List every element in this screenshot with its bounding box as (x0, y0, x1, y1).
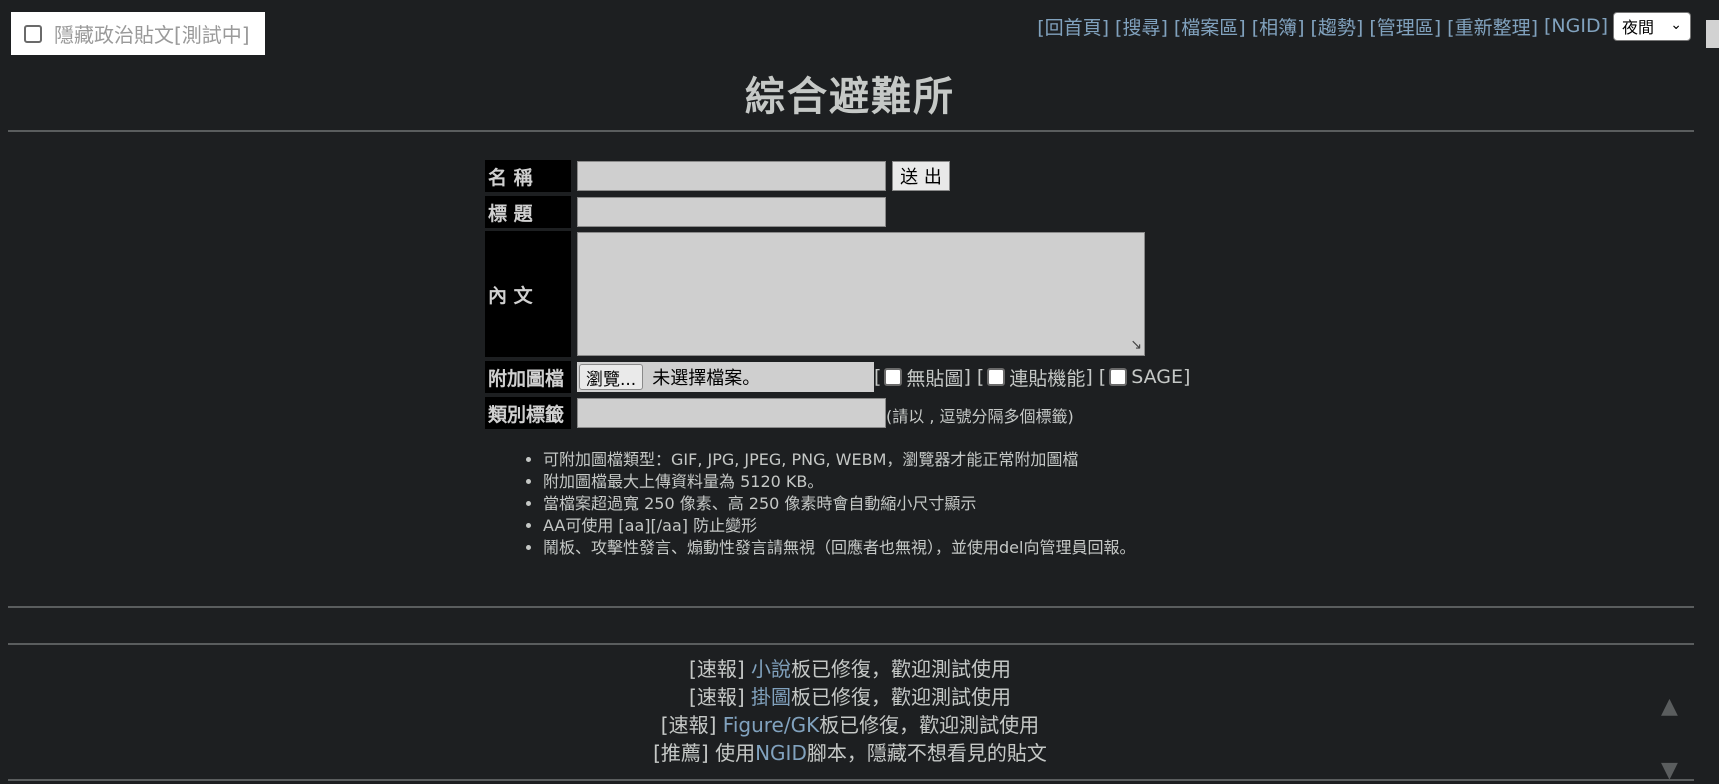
tags-input[interactable] (577, 398, 886, 428)
figure-gk-board-link[interactable]: Figure/GK (723, 713, 819, 737)
submit-button[interactable]: 送 出 (892, 161, 950, 191)
nav-home-link[interactable]: [回首頁] (1037, 13, 1109, 40)
resize-handle-icon[interactable]: ↘ (1130, 337, 1142, 353)
divider (8, 130, 1694, 132)
nav-search-link[interactable]: [搜尋] (1115, 13, 1168, 40)
continuous-post-checkbox[interactable] (987, 368, 1006, 386)
continuous-post-label: 連貼機能 (1009, 367, 1086, 390)
announcement-item: [速報] Figure/GK板已修復，歡迎測試使用 (660, 713, 1040, 737)
nav-archive-link[interactable]: [檔案區] (1174, 13, 1246, 40)
subject-label: 標 題 (485, 196, 571, 228)
announcement-item: [推薦] 使用NGID腳本，隱藏不想看見的貼文 (653, 741, 1047, 765)
ngid-script-link[interactable]: NGID (755, 741, 807, 765)
hide-political-label: 隱藏政治貼文[測試中] (54, 23, 250, 47)
page-scrollbar[interactable] (1702, 0, 1719, 784)
rule-item: AA可使用 [aa][/aa] 防止變形 (543, 515, 1135, 537)
hide-political-checkbox[interactable] (24, 24, 42, 43)
rule-item: 鬧板、攻擊性發言、煽動性發言請無視（回應者也無視），並使用del向管理員回報。 (543, 537, 1135, 559)
posting-rules: 可附加圖檔類型：GIF, JPG, JPEG, PNG, WEBM，瀏覽器才能正… (523, 449, 1135, 559)
announcements: [速報] 小說板已修復，歡迎測試使用 [速報] 掛圖板已修復，歡迎測試使用 [速… (0, 655, 1700, 767)
content-textarea[interactable]: ↘ (577, 232, 1145, 356)
announcement-item: [速報] 小說板已修復，歡迎測試使用 (689, 657, 1011, 681)
no-image-label: 無貼圖 (906, 367, 964, 390)
novel-board-link[interactable]: 小說 (751, 657, 791, 681)
nav-ngid-link[interactable]: [NGID] (1544, 15, 1608, 37)
announcement-item: [速報] 掛圖板已修復，歡迎測試使用 (689, 685, 1011, 709)
scroll-down-arrow-icon[interactable]: ▼ (1661, 758, 1678, 784)
attach-label: 附加圖檔 (485, 361, 571, 393)
browse-button[interactable]: 瀏覽... (579, 364, 644, 390)
nav-album-link[interactable]: [相簿] (1252, 13, 1305, 40)
rule-item: 附加圖檔最大上傳資料量為 5120 KB。 (543, 471, 1135, 493)
divider (8, 643, 1694, 645)
sage-checkbox[interactable] (1109, 368, 1128, 386)
page-title: 綜合避難所 (745, 74, 955, 120)
rule-item: 可附加圖檔類型：GIF, JPG, JPEG, PNG, WEBM，瀏覽器才能正… (543, 449, 1135, 471)
theme-select[interactable]: 夜間 ⌄ (1613, 11, 1691, 41)
top-nav: [回首頁] [搜尋] [檔案區] [相簿] [趨勢] [管理區] [重新整理] … (1037, 10, 1691, 42)
no-image-checkbox[interactable] (884, 368, 903, 386)
rule-item: 當檔案超過寬 250 像素、高 250 像素時會自動縮小尺寸顯示 (543, 493, 1135, 515)
hide-political-toggle[interactable]: 隱藏政治貼文[測試中] (11, 12, 265, 55)
theme-select-value: 夜間 (1622, 18, 1655, 37)
subject-input[interactable] (577, 197, 886, 227)
divider (8, 779, 1694, 781)
tags-hint: (請以 , 逗號分隔多個標籤) (886, 407, 1074, 426)
file-input[interactable]: 瀏覽... 未選擇檔案。 (577, 362, 874, 392)
post-options: [無貼圖] [連貼機能] [SAGE] (874, 362, 1190, 392)
nav-trends-link[interactable]: [趨勢] (1311, 13, 1364, 40)
divider (8, 606, 1694, 608)
sage-label: SAGE (1131, 366, 1184, 388)
name-label: 名 稱 (485, 160, 571, 192)
scrollbar-thumb[interactable] (1706, 20, 1719, 48)
no-file-text: 未選擇檔案。 (652, 368, 761, 389)
nav-admin-link[interactable]: [管理區] (1369, 13, 1441, 40)
scroll-up-arrow-icon[interactable]: ▲ (1661, 694, 1678, 719)
tags-label: 類別標籤 (485, 397, 571, 429)
chevron-down-icon: ⌄ (1670, 16, 1682, 33)
name-input[interactable] (577, 161, 886, 191)
nav-refresh-link[interactable]: [重新整理] (1447, 13, 1538, 40)
content-label: 內 文 (485, 231, 571, 357)
image-board-link[interactable]: 掛圖 (751, 685, 791, 709)
